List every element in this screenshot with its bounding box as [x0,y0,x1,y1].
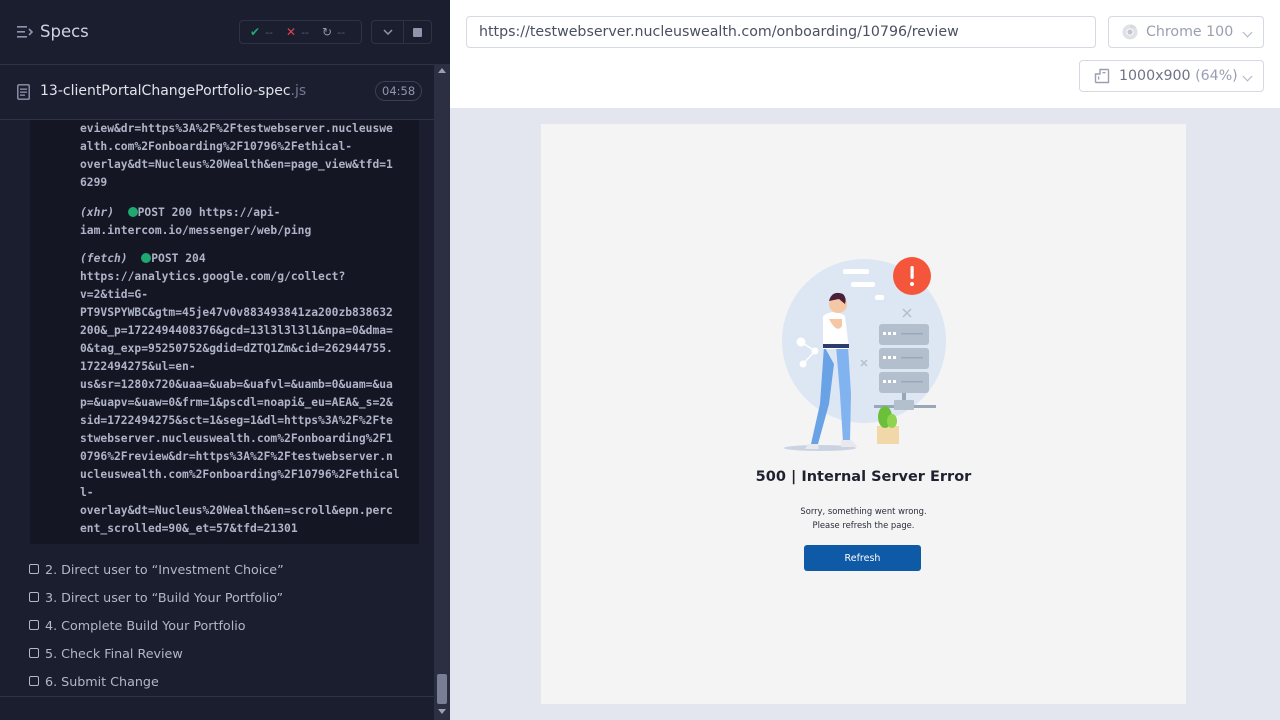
chevron-down-icon [1242,27,1253,38]
ruler-icon [1094,68,1110,84]
browser-toolbar: Chrome 100 1000x900 (64%) [450,0,1280,108]
status-dot-icon [127,207,138,217]
request-url: https://api- [198,206,281,219]
stop-icon [413,27,422,37]
divider [0,696,434,697]
command-log-scrollbar[interactable] [434,64,450,720]
stop-button[interactable] [404,20,432,44]
x-icon: ✕ [286,25,297,39]
app-preview-frame: 500 | Internal Server Error Sorry, somet… [541,124,1186,704]
log-line: alth.com%2Fonboarding%2F10796%2Fethical- [80,140,353,153]
scroll-down-arrow-icon[interactable] [438,709,446,714]
checkbox-icon [29,620,39,630]
log-line: 1722494275&ul=en- [80,360,196,373]
viewport-size: 1000x900 (64%) [1119,68,1238,84]
chrome-icon [1122,24,1138,40]
status-dot-icon [141,253,152,263]
test-step[interactable]: 6. Submit Change [29,671,159,691]
failed-count: ✕ -- [286,25,309,39]
refresh-button[interactable]: Refresh [804,545,921,571]
chevron-down-icon [1242,71,1253,82]
reporter-panel: Specs ✔ -- ✕ -- ↻ -- 13-clientPortalChan… [0,0,450,720]
checkbox-icon [29,648,39,658]
command-log: eview&dr=https%3A%2F%2Ftestwebserver.nuc… [30,120,419,544]
collapse-menu-icon[interactable] [17,25,33,39]
test-step[interactable]: 5. Check Final Review [29,643,183,663]
check-icon: ✔ [250,25,261,39]
checkbox-icon [29,592,39,602]
request-type: (xhr) [80,206,115,219]
scroll-up-arrow-icon[interactable] [438,68,446,73]
pending-count: ↻ -- [322,25,345,39]
test-step[interactable]: 2. Direct user to “Investment Choice” [29,559,284,579]
log-line: 0796%2Freview&dr=https%3A%2F%2Ftestwebse… [80,450,393,463]
passed-count: ✔ -- [250,25,273,39]
scrollbar-thumb[interactable] [437,674,447,704]
log-line: l- [80,486,94,499]
log-line: eview&dr=https%3A%2F%2Ftestwebserver.nuc… [80,122,393,135]
log-line: ent_scrolled=90&_et=57&tfd=21301 [80,522,298,535]
log-line: v=2&tid=G- [80,288,149,301]
pending-value: -- [337,25,346,39]
specs-header: Specs ✔ -- ✕ -- ↻ -- [0,0,450,64]
viewport-scale: (64%) [1195,68,1238,84]
log-line: PT9VSPYWBC&gtm=45je47v0v883493841za200zb… [80,306,393,319]
request-status: POST 204 [151,252,206,265]
step-label: 3. Direct user to “Build Your Portfolio” [45,589,284,605]
options-dropdown-button[interactable] [371,20,404,44]
error-message-line: Sorry, something went wrong. [800,506,927,516]
step-label: 2. Direct user to “Investment Choice” [45,561,284,577]
log-line: 200&_p=1722494408376&gcd=13l3l3l3l1&npa=… [80,324,393,337]
spec-file-ext: .js [290,83,307,99]
step-label: 5. Check Final Review [45,645,183,661]
log-line: overlay&dt=Nucleus%20Wealth&en=page_view… [80,158,393,171]
step-label: 4. Complete Build Your Portfolio [45,617,246,633]
viewport-selector[interactable]: 1000x900 (64%) [1079,60,1264,92]
server-error-illustration [782,257,946,451]
spec-file-row[interactable]: 13-clientPortalChangePortfolio-spec.js 0… [0,65,434,120]
log-line: https://analytics.google.com/g/collect? [80,270,346,283]
checkbox-icon [29,676,39,686]
log-line: 0&tag_exp=95250752&gdid=dZTQ1Zm&cid=2629… [80,342,393,355]
request-type: (fetch) [80,252,128,265]
url-bar[interactable] [466,16,1096,48]
spec-file-name: 13-clientPortalChangePortfolio-spec.js [40,83,306,99]
spec-duration-badge: 04:58 [375,81,423,101]
test-step[interactable]: 3. Direct user to “Build Your Portfolio” [29,587,283,607]
log-line: ucleuswealth.com%2Fonboarding%2F10796%2F… [80,468,400,481]
document-icon [17,84,30,100]
error-message-line: Please refresh the page. [812,520,915,530]
checkbox-icon [29,564,39,574]
run-stats: ✔ -- ✕ -- ↻ -- [239,20,362,44]
log-line: us&sr=1280x720&uaa=&uab=&uafvl=&uamb=0&u… [80,378,393,391]
fetch-log-entry[interactable]: (fetch) POST 204 [80,250,206,268]
log-line: overlay&dt=Nucleus%20Wealth&en=scroll&ep… [80,504,393,517]
viewport-dimensions: 1000x900 [1119,68,1191,84]
chevron-down-icon [382,29,393,35]
step-label: 6. Submit Change [45,673,159,689]
log-line: p=&uapv=&uaw=0&frm=1&pscdl=noapi&_eu=AEA… [80,396,393,409]
log-line: iam.intercom.io/messenger/web/ping [80,224,312,237]
browser-selector[interactable]: Chrome 100 [1108,16,1264,48]
log-line: sid=1722494275&sct=1&seg=1&dl=https%3A%2… [80,414,393,427]
log-line: stwebserver.nucleuswealth.com%2Fonboardi… [80,432,393,445]
specs-title[interactable]: Specs [40,22,89,41]
passed-value: -- [265,25,274,39]
log-line: 6299 [80,176,108,189]
spinner-icon: ↻ [322,25,333,39]
test-step[interactable]: 4. Complete Build Your Portfolio [29,615,246,635]
browser-name: Chrome 100 [1146,24,1234,40]
failed-value: -- [301,25,310,39]
error-title: 500 | Internal Server Error [755,469,972,485]
error-message: Sorry, something went wrong. Please refr… [541,504,1186,532]
spec-file-basename: 13-clientPortalChangePortfolio-spec [40,83,291,99]
request-status: POST 200 [137,206,193,219]
xhr-log-entry[interactable]: (xhr) POST 200 https://api- [80,204,280,222]
